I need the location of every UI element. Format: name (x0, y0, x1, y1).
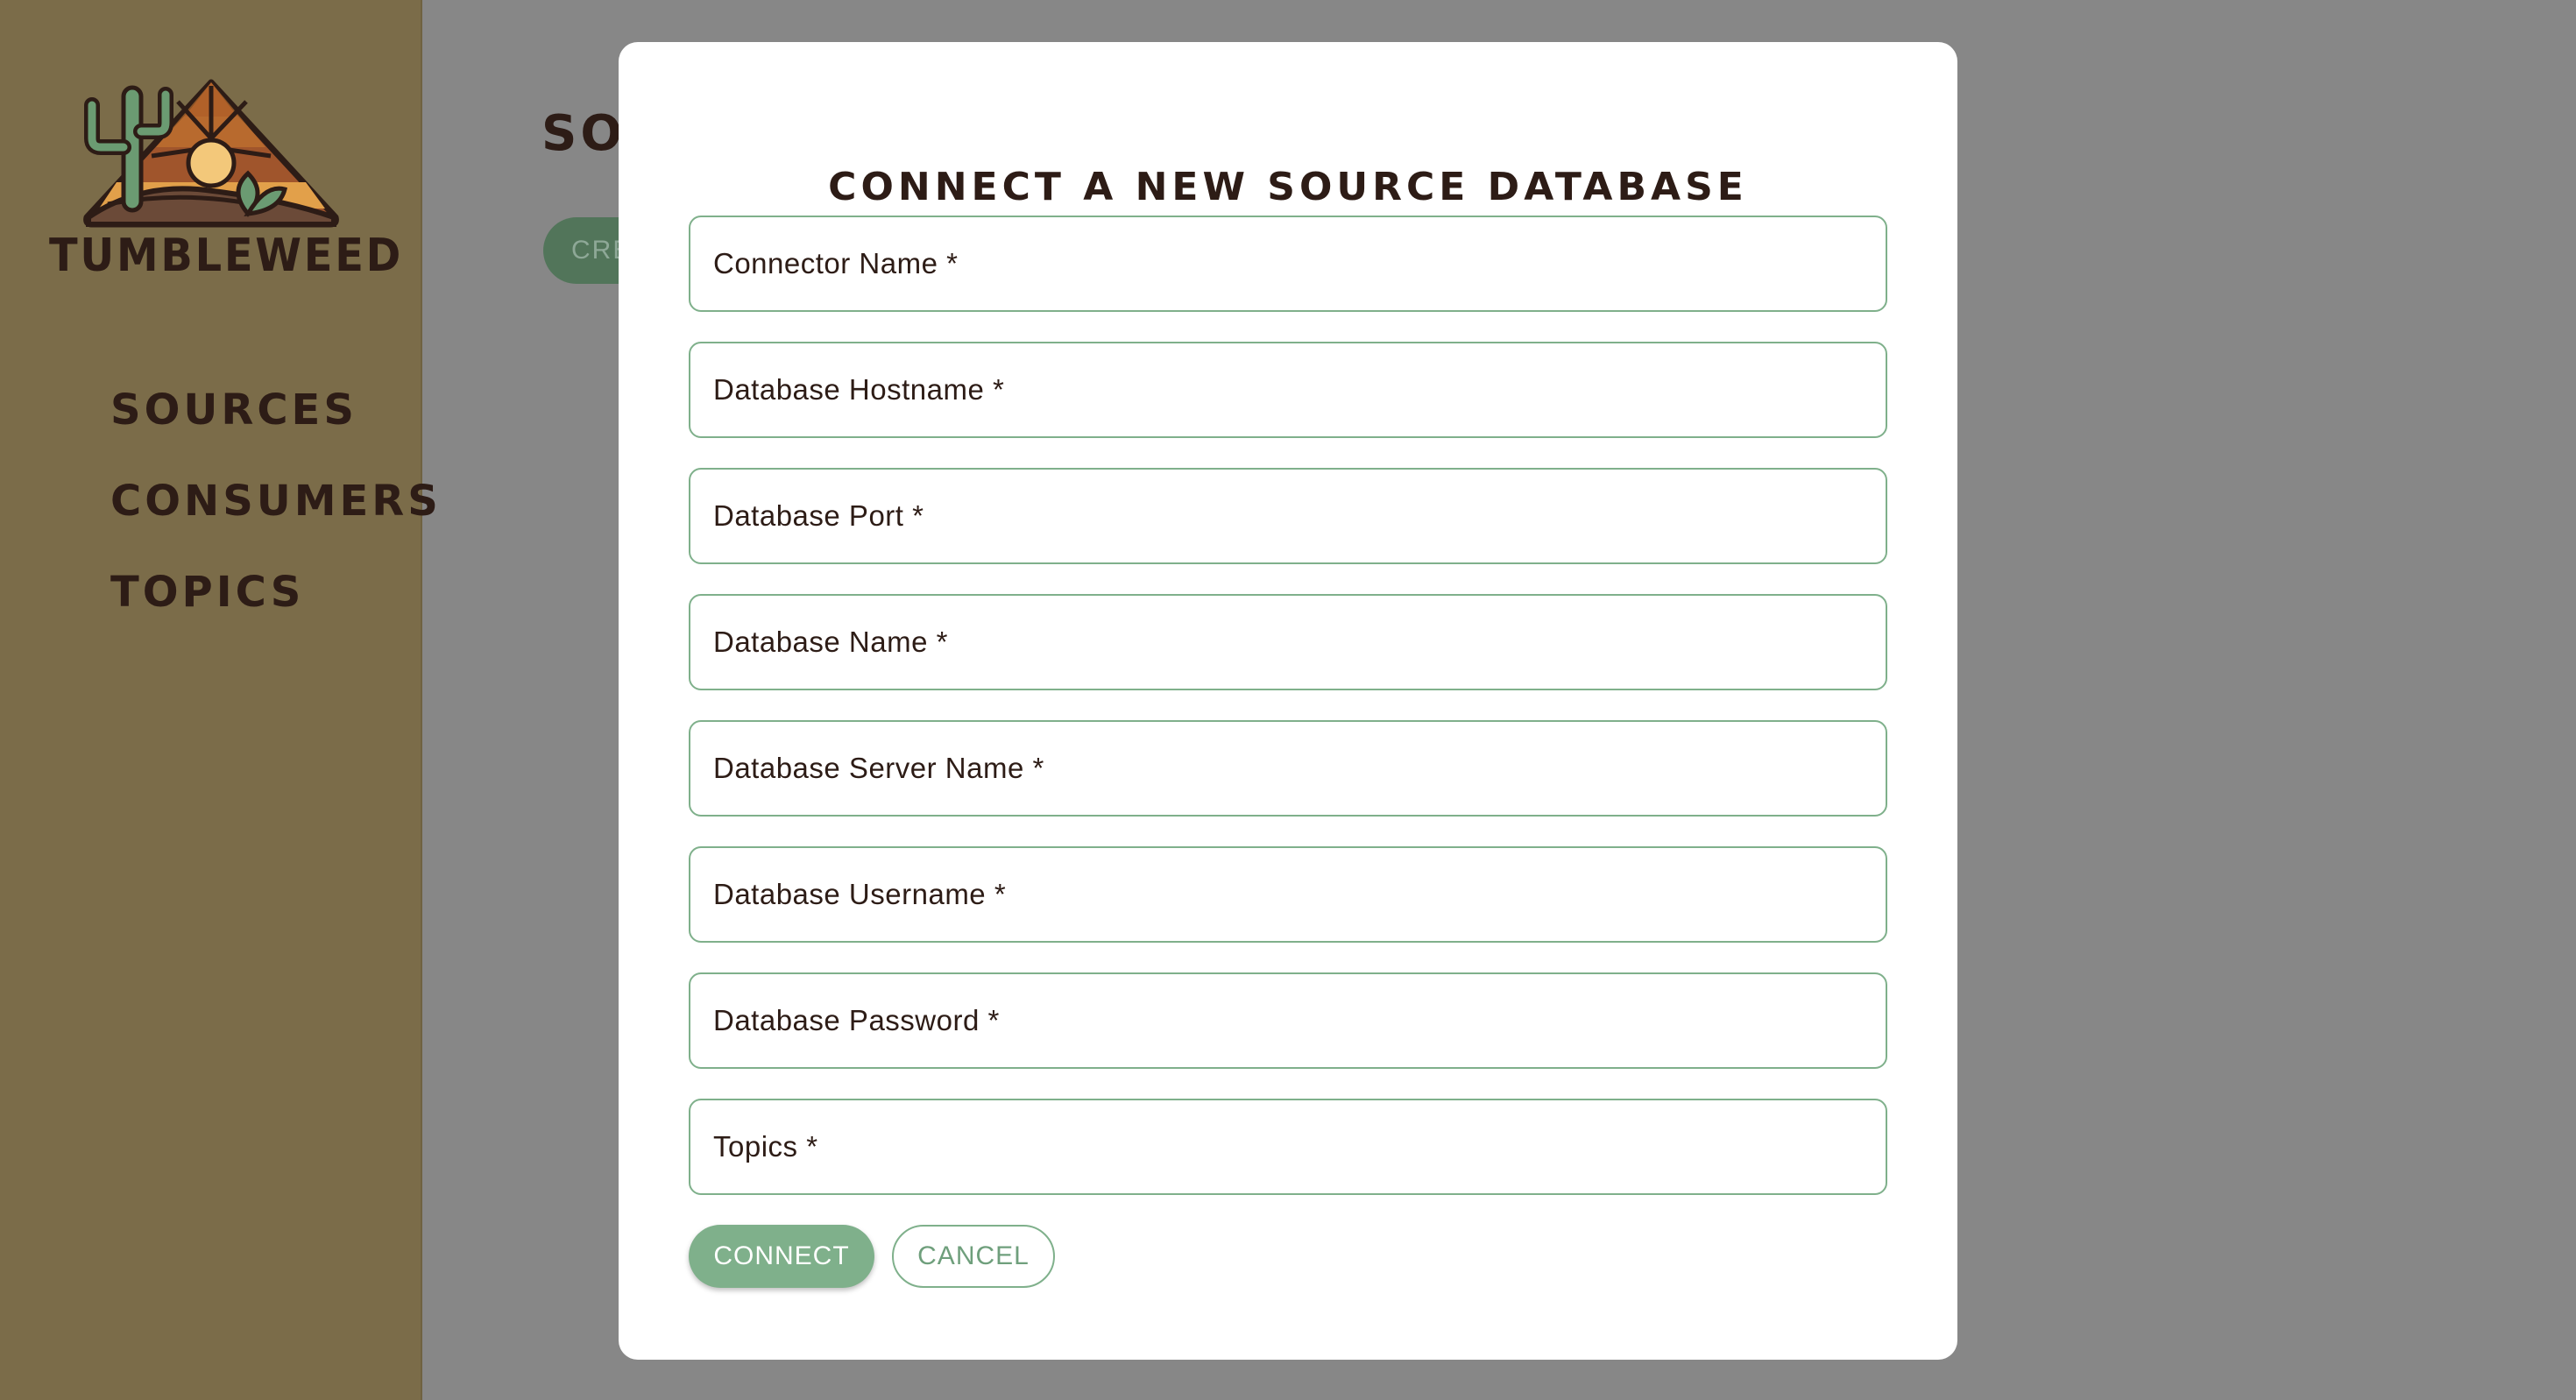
topics-field[interactable]: Topics * (689, 1099, 1887, 1195)
database-username-field[interactable]: Database Username * (689, 846, 1887, 943)
app-root: TUMBLEWEED SOURCES CONSUMERS TOPICS SOU … (0, 0, 2576, 1400)
database-name-label: Database Name * (713, 626, 948, 658)
database-password-label: Database Password * (713, 1004, 1000, 1036)
topics-label: Topics * (713, 1130, 818, 1163)
connector-name-label: Connector Name * (713, 247, 959, 279)
database-name-field[interactable]: Database Name * (689, 594, 1887, 690)
database-hostname-field[interactable]: Database Hostname * (689, 342, 1887, 438)
modal-title: CONNECT A NEW SOURCE DATABASE (828, 165, 1748, 209)
database-server-name-label: Database Server Name * (713, 752, 1044, 784)
connect-source-modal: CONNECT A NEW SOURCE DATABASE Connector … (619, 42, 1957, 1360)
connector-name-field[interactable]: Connector Name * (689, 216, 1887, 312)
database-port-label: Database Port * (713, 499, 924, 532)
database-password-field[interactable]: Database Password * (689, 972, 1887, 1069)
database-port-field[interactable]: Database Port * (689, 468, 1887, 564)
database-username-label: Database Username * (713, 878, 1007, 910)
connect-button[interactable]: CONNECT (689, 1225, 874, 1288)
cancel-button[interactable]: CANCEL (892, 1225, 1055, 1288)
database-hostname-label: Database Hostname * (713, 373, 1005, 406)
database-server-name-field[interactable]: Database Server Name * (689, 720, 1887, 817)
